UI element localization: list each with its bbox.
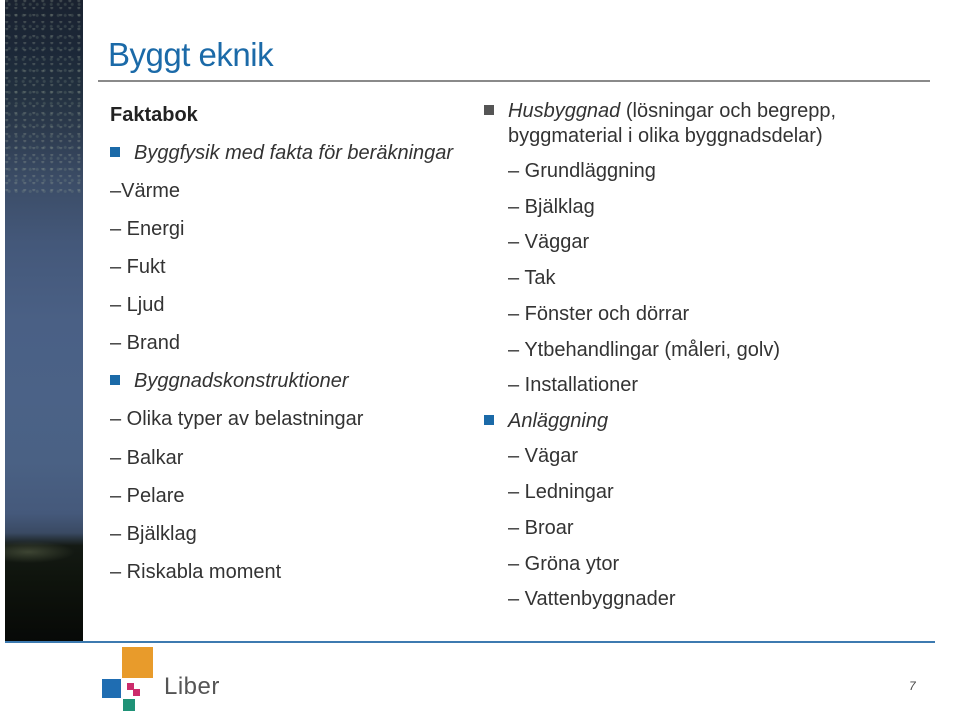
square-bullet-icon (110, 147, 120, 157)
logo-text: Liber (164, 673, 220, 700)
list-item: – Energi (110, 218, 185, 240)
list-item: – Broar (508, 517, 574, 539)
list-item: – Pelare (110, 485, 185, 507)
column-heading: Faktabok (110, 104, 198, 126)
liber-logo: Liber (100, 645, 230, 711)
list-item: – Tak (508, 267, 556, 289)
list-item: – Bjälklag (110, 523, 197, 545)
list-item: – Grundläggning (508, 160, 656, 182)
logo-blue-square-icon (102, 679, 121, 698)
list-item: – Installationer (508, 374, 639, 396)
list-item-text: (lösningar och begrepp, (620, 100, 837, 122)
square-bullet-icon (484, 105, 494, 115)
list-item-text: Anläggning (508, 410, 609, 432)
list-item: – Ledningar (508, 481, 614, 503)
list-item: – Balkar (110, 447, 184, 469)
square-bullet-icon (110, 375, 120, 385)
list-item-continuation: byggmaterial i olika byggnadsdelar) (508, 125, 823, 147)
list-item: – Ljud (110, 294, 165, 316)
list-item: – Vägar (508, 445, 579, 467)
list-item: – Fönster och dörrar (508, 303, 690, 325)
slide-title: Byggt eknik (108, 36, 274, 73)
list-item: – Bjälklag (508, 196, 595, 218)
title-divider (98, 80, 930, 82)
logo-orange-square-icon (122, 647, 153, 678)
list-item: – Vattenbyggnader (508, 588, 676, 610)
list-item-italic-text: Husbyggnad (508, 100, 621, 122)
list-item: –Värme (110, 180, 181, 202)
list-item-text: Byggfysik med fakta för beräkningar (134, 142, 454, 164)
list-item: Husbyggnad (lösningar och begrepp, (484, 99, 836, 123)
logo-teal-square-icon (123, 699, 135, 711)
list-item: Byggnadskonstruktioner (110, 369, 349, 393)
list-item: Anläggning (484, 409, 608, 433)
list-item: – Olika typer av belastningar (110, 408, 364, 430)
page-number: 7 (909, 679, 916, 693)
list-item: – Fukt (110, 256, 166, 278)
list-item-text: Byggnadskonstruktioner (134, 370, 349, 392)
list-item: Byggfysik med fakta för beräkningar (110, 141, 453, 165)
footer-divider (5, 641, 935, 643)
list-item: – Brand (110, 332, 181, 354)
list-item: – Ytbehandlingar (måleri, golv) (508, 339, 781, 361)
logo-pink-square-icon (133, 689, 140, 696)
list-item: – Riskabla moment (110, 561, 282, 583)
list-item: – Gröna ytor (508, 553, 620, 575)
square-bullet-icon (484, 415, 494, 425)
decorative-photo-strip (5, 0, 83, 642)
list-item: – Väggar (508, 231, 590, 253)
